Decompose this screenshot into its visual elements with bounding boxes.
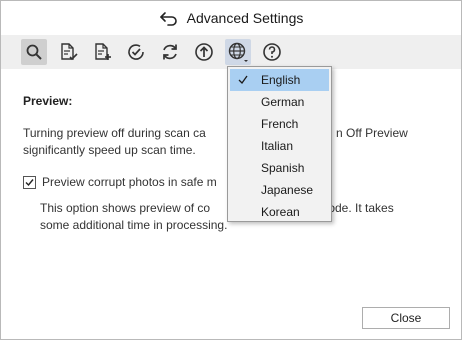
back-icon[interactable]	[159, 10, 179, 26]
toolbar	[1, 35, 461, 69]
refresh-icon	[163, 44, 177, 60]
document-add-button[interactable]	[89, 39, 115, 65]
document-check-icon	[61, 43, 78, 61]
help-button[interactable]	[259, 39, 285, 65]
checkmark-icon	[25, 178, 34, 186]
preview-description-line-2: significantly speed up scan time.	[23, 143, 196, 157]
check-circle-button[interactable]	[123, 39, 149, 65]
language-button[interactable]	[225, 39, 251, 65]
document-add-icon	[95, 43, 111, 60]
close-button[interactable]: Close	[362, 307, 450, 329]
title-bar: Advanced Settings	[1, 1, 461, 35]
language-option-german[interactable]: German	[228, 91, 331, 113]
search-icon	[26, 44, 42, 60]
preview-description: Turning preview off during scan ca n Off …	[23, 125, 423, 159]
document-check-button[interactable]	[55, 39, 81, 65]
preview-corrupt-checkbox[interactable]	[23, 175, 36, 189]
language-dropdown-menu: English German French Italian Spanish Ja…	[227, 66, 332, 222]
window-title: Advanced Settings	[186, 10, 304, 26]
language-option-english[interactable]: English	[230, 69, 329, 91]
preview-description-line-1: Turning preview off during scan ca n Off …	[23, 126, 408, 140]
refresh-button[interactable]	[157, 39, 183, 65]
language-option-korean[interactable]: Korean	[228, 201, 331, 223]
check-circle-icon	[128, 44, 144, 60]
upload-button[interactable]	[191, 39, 217, 65]
search-button[interactable]	[21, 39, 47, 65]
language-option-french[interactable]: French	[228, 113, 331, 135]
globe-icon	[228, 42, 248, 62]
language-option-italian[interactable]: Italian	[228, 135, 331, 157]
language-option-japanese[interactable]: Japanese	[228, 179, 331, 201]
upload-icon	[195, 43, 213, 61]
help-icon	[263, 43, 281, 61]
preview-corrupt-label: Preview corrupt photos in safe m	[42, 175, 217, 189]
advanced-settings-window: Advanced Settings Preview: Turning previ…	[0, 0, 462, 340]
language-option-spanish[interactable]: Spanish	[228, 157, 331, 179]
